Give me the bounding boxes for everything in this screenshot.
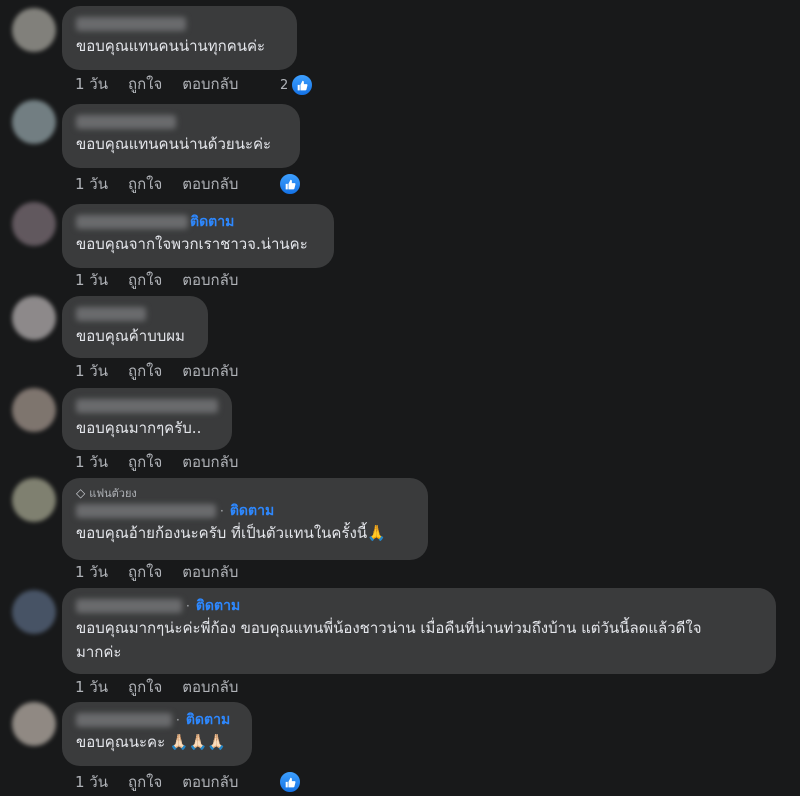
comment-bubble: ขอบคุณมากๆครับ..: [62, 388, 232, 450]
follow-button[interactable]: ติดตาม: [186, 709, 230, 731]
like-button[interactable]: ถูกใจ: [128, 770, 162, 794]
comment-actions: 1 วัน ถูกใจ ตอบกลับ: [75, 561, 258, 583]
comment-bubble: ขอบคุณแทนคนน่านทุกคนค่ะ: [62, 6, 297, 70]
reaction-summary[interactable]: [276, 172, 302, 196]
comment-time[interactable]: 1 วัน: [75, 72, 108, 96]
follow-button[interactable]: ติดตาม: [196, 595, 240, 617]
comment-actions: 1 วัน ถูกใจ ตอบกลับ: [75, 73, 258, 95]
commenter-name[interactable]: [76, 215, 188, 229]
thumbs-up-icon: [278, 172, 302, 196]
comment-time[interactable]: 1 วัน: [75, 560, 108, 584]
thumbs-up-icon: [290, 73, 315, 97]
comment-actions: 1 วัน ถูกใจ ตอบกลับ: [75, 451, 258, 473]
avatar[interactable]: [12, 590, 56, 634]
reply-button[interactable]: ตอบกลับ: [182, 172, 238, 196]
avatar[interactable]: [12, 100, 56, 144]
comment-bubble: ติดตาม ขอบคุณจากใจพวกเราชาวจ.น่านคะ: [62, 204, 334, 268]
comment-bubble: ขอบคุณค้าบบผม: [62, 296, 208, 358]
avatar[interactable]: [12, 702, 56, 746]
like-button[interactable]: ถูกใจ: [128, 172, 162, 196]
reply-button[interactable]: ตอบกลับ: [182, 770, 238, 794]
avatar[interactable]: [12, 202, 56, 246]
comment-bubble: · ติดตาม ขอบคุณมากๆน่ะค่ะพี่ก้อง ขอบคุณแ…: [62, 588, 776, 674]
like-button[interactable]: ถูกใจ: [128, 359, 162, 383]
comment-text: ขอบคุณจากใจพวกเราชาวจ.น่านคะ: [76, 235, 308, 253]
comment-actions: 1 วัน ถูกใจ ตอบกลับ: [75, 771, 258, 793]
comment-bubble: ◇ แฟนตัวยง · ติดตาม ขอบคุณอ้ายก้องนะครับ…: [62, 478, 428, 560]
comment-time[interactable]: 1 วัน: [75, 172, 108, 196]
comment-text: ขอบคุณแทนคนน่านทุกคนค่ะ: [76, 37, 266, 55]
reply-button[interactable]: ตอบกลับ: [182, 268, 238, 292]
comment-time[interactable]: 1 วัน: [75, 268, 108, 292]
like-button[interactable]: ถูกใจ: [128, 450, 162, 474]
reaction-count: 2: [280, 77, 289, 93]
comment-text: ขอบคุณอ้ายก้องนะครับ ที่เป็นตัวแทนในครั้…: [76, 524, 386, 542]
commenter-name[interactable]: [76, 115, 176, 129]
comment-text-continued: มากค่ะ: [76, 643, 122, 661]
reply-button[interactable]: ตอบกลับ: [182, 359, 238, 383]
comment-text: ขอบคุณนะคะ 🙏🏻🙏🏻🙏🏻: [76, 733, 226, 751]
comment-actions: 1 วัน ถูกใจ ตอบกลับ: [75, 676, 258, 698]
commenter-name[interactable]: [76, 307, 146, 321]
comment-actions: 1 วัน ถูกใจ ตอบกลับ: [75, 269, 258, 291]
reply-button[interactable]: ตอบกลับ: [182, 560, 238, 584]
reply-button[interactable]: ตอบกลับ: [182, 675, 238, 699]
comment-text: ขอบคุณมากๆน่ะค่ะพี่ก้อง ขอบคุณแทนพี่น้อง…: [76, 619, 702, 637]
comment-text: ขอบคุณมากๆครับ..: [76, 419, 202, 437]
commenter-name[interactable]: [76, 17, 186, 31]
avatar[interactable]: [12, 8, 56, 52]
comment-time[interactable]: 1 วัน: [75, 770, 108, 794]
comment-text: ขอบคุณค้าบบผม: [76, 327, 185, 345]
like-button[interactable]: ถูกใจ: [128, 268, 162, 292]
separator-dot: ·: [176, 713, 180, 727]
avatar[interactable]: [12, 296, 56, 340]
reaction-summary[interactable]: [276, 770, 302, 794]
thumbs-up-icon: [278, 770, 302, 794]
reply-button[interactable]: ตอบกลับ: [182, 72, 238, 96]
follow-button[interactable]: ติดตาม: [190, 211, 234, 233]
diamond-icon: ◇: [76, 486, 86, 500]
separator-dot: ·: [220, 504, 224, 518]
comment-time[interactable]: 1 วัน: [75, 675, 108, 699]
separator-dot: ·: [186, 599, 190, 613]
comment-text: ขอบคุณแทนคนน่านด้วยนะค่ะ: [76, 135, 272, 153]
avatar[interactable]: [12, 388, 56, 432]
reply-button[interactable]: ตอบกลับ: [182, 450, 238, 474]
comment-bubble: ขอบคุณแทนคนน่านด้วยนะค่ะ: [62, 104, 300, 168]
fan-badge[interactable]: แฟนตัวยง: [89, 484, 137, 502]
comment-time[interactable]: 1 วัน: [75, 359, 108, 383]
reaction-summary[interactable]: 2: [280, 73, 315, 97]
commenter-name[interactable]: [76, 504, 216, 518]
follow-button[interactable]: ติดตาม: [230, 500, 274, 522]
commenter-name[interactable]: [76, 599, 182, 613]
comment-actions: 1 วัน ถูกใจ ตอบกลับ: [75, 173, 258, 195]
comment-time[interactable]: 1 วัน: [75, 450, 108, 474]
comment-bubble: · ติดตาม ขอบคุณนะคะ 🙏🏻🙏🏻🙏🏻: [62, 702, 252, 766]
like-button[interactable]: ถูกใจ: [128, 560, 162, 584]
commenter-name[interactable]: [76, 399, 218, 413]
commenter-name[interactable]: [76, 713, 172, 727]
like-button[interactable]: ถูกใจ: [128, 675, 162, 699]
comment-actions: 1 วัน ถูกใจ ตอบกลับ: [75, 360, 258, 382]
avatar[interactable]: [12, 478, 56, 522]
like-button[interactable]: ถูกใจ: [128, 72, 162, 96]
